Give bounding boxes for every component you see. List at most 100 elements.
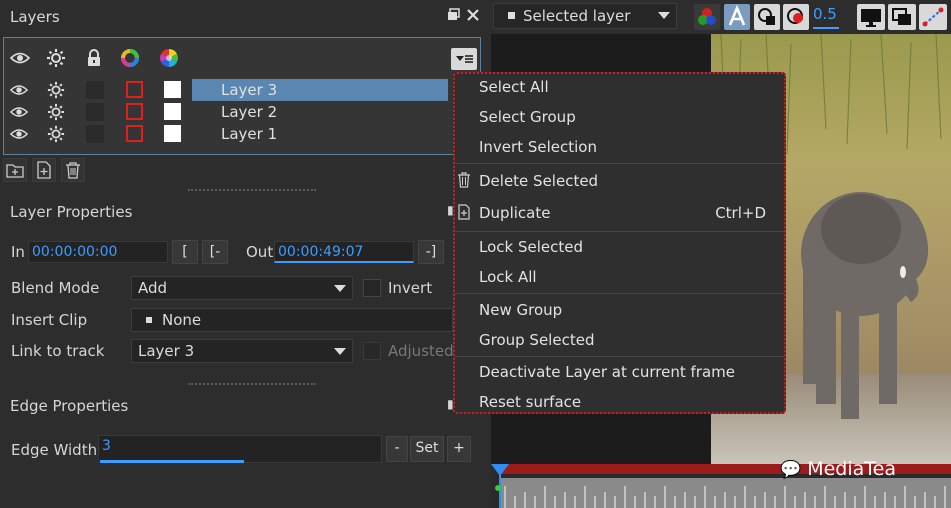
- edge-width-label: Edge Width: [11, 441, 98, 459]
- insert-clip-label: Insert Clip: [11, 311, 88, 329]
- layers-list: Layer 3 Layer 2 Layer 1: [3, 37, 481, 155]
- edge-width-slider-fill[interactable]: [100, 460, 244, 463]
- visibility-column-icon[interactable]: [9, 48, 31, 68]
- text-tool-icon[interactable]: [724, 4, 750, 30]
- close-icon[interactable]: [465, 8, 481, 24]
- opacity-value-field[interactable]: 0.5: [813, 5, 839, 29]
- menu-item-duplicate[interactable]: Duplicate: [479, 202, 550, 224]
- layers-context-menu: Select All Select Group Invert Selection…: [453, 72, 786, 414]
- scope-swatch-icon: [508, 12, 515, 19]
- out-label: Out: [246, 243, 274, 261]
- adjusted-label: Adjusted: [388, 342, 454, 360]
- menu-separator: [455, 163, 784, 164]
- float-panel-icon[interactable]: [446, 8, 462, 24]
- add-layer-icon[interactable]: [32, 158, 56, 182]
- blend-mode-select[interactable]: Add: [131, 276, 353, 300]
- overlay-mode-icon[interactable]: [754, 4, 780, 30]
- section-divider: [188, 383, 316, 385]
- timeline-ruler[interactable]: [499, 478, 951, 508]
- fill-color-swatch[interactable]: [164, 103, 181, 120]
- playhead-icon[interactable]: [491, 464, 511, 508]
- invert-checkbox[interactable]: [363, 279, 381, 297]
- lock-toggle[interactable]: [86, 103, 104, 121]
- gear-icon[interactable]: [47, 125, 65, 143]
- compare-view-icon[interactable]: [888, 4, 916, 30]
- delete-layer-icon[interactable]: [61, 158, 85, 182]
- monitor-icon[interactable]: [857, 4, 885, 30]
- menu-item-group-selected[interactable]: Group Selected: [479, 329, 594, 351]
- rgb-channels-icon[interactable]: [694, 4, 720, 30]
- menu-item-select-all[interactable]: Select All: [479, 76, 549, 98]
- edge-width-minus-button[interactable]: -: [386, 436, 408, 462]
- lock-toggle[interactable]: [86, 125, 104, 143]
- menu-item-reset-surface[interactable]: Reset surface: [479, 391, 581, 413]
- layer-properties-title: Layer Properties: [10, 203, 133, 221]
- gear-icon[interactable]: [47, 103, 65, 121]
- outline-color-swatch[interactable]: [126, 103, 143, 120]
- fill-color-swatch[interactable]: [164, 125, 181, 142]
- insert-clip-select[interactable]: None: [131, 308, 453, 332]
- lock-column-icon[interactable]: [84, 48, 104, 68]
- menu-separator: [455, 231, 784, 232]
- edge-width-field[interactable]: 3: [98, 435, 382, 463]
- chat-bubble-icon: 💬: [780, 460, 802, 480]
- chevron-down-icon: [658, 12, 670, 19]
- in-timecode-field[interactable]: 00:00:00:00: [28, 241, 168, 263]
- layer-scope-value: Selected layer: [523, 7, 631, 25]
- layer-row[interactable]: Layer 1: [4, 123, 480, 145]
- menu-item-delete-selected[interactable]: Delete Selected: [479, 170, 598, 192]
- blend-mode-label: Blend Mode: [11, 279, 100, 297]
- eye-icon[interactable]: [9, 125, 29, 143]
- layer-name[interactable]: Layer 2: [192, 101, 448, 123]
- mask-mode-icon[interactable]: [783, 4, 809, 30]
- adjusted-checkbox[interactable]: [363, 342, 381, 360]
- outline-color-swatch[interactable]: [126, 125, 143, 142]
- in-label: In: [11, 243, 25, 261]
- layer-scope-select[interactable]: Selected layer: [493, 3, 677, 29]
- gear-icon[interactable]: [47, 81, 65, 99]
- eye-icon[interactable]: [9, 103, 29, 121]
- menu-item-lock-all[interactable]: Lock All: [479, 266, 537, 288]
- viewer-toolbar: Selected layer 0.5: [491, 0, 951, 34]
- out-timecode-field[interactable]: 00:00:49:07: [274, 241, 414, 263]
- go-to-in-button[interactable]: [-: [202, 240, 228, 264]
- layer-name[interactable]: Layer 3: [192, 79, 448, 101]
- duplicate-shortcut: Ctrl+D: [715, 204, 766, 222]
- menu-item-deactivate-layer[interactable]: Deactivate Layer at current frame: [479, 361, 735, 383]
- section-divider: [188, 189, 316, 191]
- insert-clip-value: None: [162, 311, 202, 329]
- settings-column-icon[interactable]: [46, 48, 66, 68]
- clip-swatch-icon: [146, 317, 152, 323]
- color-wheel-column-icon[interactable]: [159, 48, 179, 68]
- lock-toggle[interactable]: [86, 81, 104, 99]
- path-tool-icon[interactable]: [919, 4, 947, 30]
- duplicate-icon: [457, 204, 471, 220]
- panel-title: Layers: [10, 8, 60, 26]
- layers-panel: Layers Layer 3 Layer 2 Layer 1 Layer Pro…: [0, 0, 491, 508]
- outline-color-swatch[interactable]: [126, 81, 143, 98]
- blend-mode-value: Add: [138, 279, 168, 297]
- trash-icon: [457, 172, 471, 188]
- layer-row[interactable]: Layer 3: [4, 79, 480, 101]
- eye-icon[interactable]: [9, 81, 29, 99]
- link-to-track-value: Layer 3: [138, 342, 195, 360]
- link-to-track-label: Link to track: [11, 342, 105, 360]
- chevron-down-icon: [334, 285, 346, 292]
- add-group-icon[interactable]: [3, 158, 27, 182]
- layer-row[interactable]: Layer 2: [4, 101, 480, 123]
- link-to-track-select[interactable]: Layer 3: [131, 339, 353, 363]
- chevron-down-icon: [334, 348, 346, 355]
- fill-color-swatch[interactable]: [164, 81, 181, 98]
- edge-width-set-button[interactable]: Set: [410, 436, 444, 462]
- layer-menu-button[interactable]: [451, 48, 477, 70]
- set-out-button[interactable]: -]: [418, 240, 444, 264]
- layer-name[interactable]: Layer 1: [192, 123, 448, 145]
- color-ring-column-icon[interactable]: [120, 48, 140, 68]
- menu-item-select-group[interactable]: Select Group: [479, 106, 576, 128]
- edge-width-plus-button[interactable]: +: [447, 436, 471, 462]
- watermark: 💬 MediaTea: [780, 458, 896, 480]
- menu-item-new-group[interactable]: New Group: [479, 299, 562, 321]
- menu-item-invert-selection[interactable]: Invert Selection: [479, 136, 597, 158]
- menu-item-lock-selected[interactable]: Lock Selected: [479, 236, 583, 258]
- set-in-button[interactable]: [: [172, 240, 198, 264]
